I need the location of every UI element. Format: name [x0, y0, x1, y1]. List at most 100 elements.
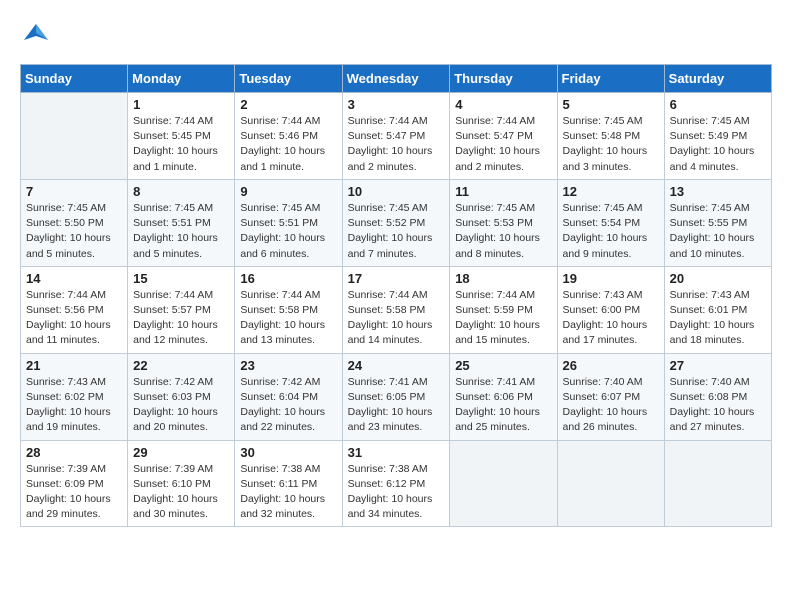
day-info: Sunrise: 7:44 AM Sunset: 5:59 PM Dayligh…: [455, 288, 551, 349]
calendar-cell: [664, 440, 771, 527]
day-number: 8: [133, 184, 229, 199]
week-row-4: 21 Sunrise: 7:43 AM Sunset: 6:02 PM Dayli…: [21, 353, 772, 440]
day-header-tuesday: Tuesday: [235, 65, 342, 93]
day-info: Sunrise: 7:42 AM Sunset: 6:04 PM Dayligh…: [240, 375, 336, 436]
day-info: Sunrise: 7:40 AM Sunset: 6:08 PM Dayligh…: [670, 375, 766, 436]
calendar-cell: 29 Sunrise: 7:39 AM Sunset: 6:10 PM Dayli…: [128, 440, 235, 527]
day-number: 4: [455, 97, 551, 112]
calendar-cell: [557, 440, 664, 527]
day-info: Sunrise: 7:45 AM Sunset: 5:48 PM Dayligh…: [563, 114, 659, 175]
calendar-table: SundayMondayTuesdayWednesdayThursdayFrid…: [20, 64, 772, 527]
day-info: Sunrise: 7:45 AM Sunset: 5:50 PM Dayligh…: [26, 201, 122, 262]
day-info: Sunrise: 7:42 AM Sunset: 6:03 PM Dayligh…: [133, 375, 229, 436]
day-info: Sunrise: 7:44 AM Sunset: 5:47 PM Dayligh…: [348, 114, 445, 175]
day-number: 14: [26, 271, 122, 286]
day-number: 2: [240, 97, 336, 112]
day-info: Sunrise: 7:45 AM Sunset: 5:51 PM Dayligh…: [240, 201, 336, 262]
day-info: Sunrise: 7:39 AM Sunset: 6:10 PM Dayligh…: [133, 462, 229, 523]
calendar-cell: 30 Sunrise: 7:38 AM Sunset: 6:11 PM Dayli…: [235, 440, 342, 527]
day-number: 30: [240, 445, 336, 460]
calendar-cell: 6Sunrise: 7:45 AM Sunset: 5:49 PM Daylig…: [664, 93, 771, 180]
day-number: 3: [348, 97, 445, 112]
calendar-cell: 26Sunrise: 7:40 AM Sunset: 6:07 PM Dayli…: [557, 353, 664, 440]
day-info: Sunrise: 7:38 AM Sunset: 6:12 PM Dayligh…: [348, 462, 445, 523]
calendar-cell: 15 Sunrise: 7:44 AM Sunset: 5:57 PM Dayli…: [128, 266, 235, 353]
day-number: 27: [670, 358, 766, 373]
day-header-wednesday: Wednesday: [342, 65, 450, 93]
calendar-cell: 13 Sunrise: 7:45 AM Sunset: 5:55 PM Dayli…: [664, 179, 771, 266]
calendar-cell: 9 Sunrise: 7:45 AM Sunset: 5:51 PM Daylig…: [235, 179, 342, 266]
calendar-cell: 2 Sunrise: 7:44 AM Sunset: 5:46 PM Daylig…: [235, 93, 342, 180]
calendar-cell: 17Sunrise: 7:44 AM Sunset: 5:58 PM Dayli…: [342, 266, 450, 353]
day-info: Sunrise: 7:45 AM Sunset: 5:52 PM Dayligh…: [348, 201, 445, 262]
week-row-2: 7 Sunrise: 7:45 AM Sunset: 5:50 PM Daylig…: [21, 179, 772, 266]
day-number: 11: [455, 184, 551, 199]
day-info: Sunrise: 7:45 AM Sunset: 5:51 PM Dayligh…: [133, 201, 229, 262]
day-info: Sunrise: 7:44 AM Sunset: 5:46 PM Dayligh…: [240, 114, 336, 175]
calendar-cell: 12 Sunrise: 7:45 AM Sunset: 5:54 PM Dayli…: [557, 179, 664, 266]
calendar-cell: 11 Sunrise: 7:45 AM Sunset: 5:53 PM Dayli…: [450, 179, 557, 266]
calendar-cell: 5 Sunrise: 7:45 AM Sunset: 5:48 PM Daylig…: [557, 93, 664, 180]
day-number: 12: [563, 184, 659, 199]
day-info: Sunrise: 7:38 AM Sunset: 6:11 PM Dayligh…: [240, 462, 336, 523]
calendar-cell: [450, 440, 557, 527]
calendar-cell: 4 Sunrise: 7:44 AM Sunset: 5:47 PM Daylig…: [450, 93, 557, 180]
day-info: Sunrise: 7:45 AM Sunset: 5:55 PM Dayligh…: [670, 201, 766, 262]
day-number: 5: [563, 97, 659, 112]
week-row-1: 1 Sunrise: 7:44 AM Sunset: 5:45 PM Daylig…: [21, 93, 772, 180]
day-info: Sunrise: 7:44 AM Sunset: 5:58 PM Dayligh…: [348, 288, 445, 349]
calendar-cell: 28 Sunrise: 7:39 AM Sunset: 6:09 PM Dayli…: [21, 440, 128, 527]
day-number: 1: [133, 97, 229, 112]
day-number: 7: [26, 184, 122, 199]
day-number: 6: [670, 97, 766, 112]
day-number: 15: [133, 271, 229, 286]
calendar-cell: 19 Sunrise: 7:43 AM Sunset: 6:00 PM Dayli…: [557, 266, 664, 353]
day-number: 13: [670, 184, 766, 199]
logo-bird-icon: [22, 20, 50, 48]
day-info: Sunrise: 7:45 AM Sunset: 5:53 PM Dayligh…: [455, 201, 551, 262]
day-info: Sunrise: 7:41 AM Sunset: 6:06 PM Dayligh…: [455, 375, 551, 436]
week-row-3: 14Sunrise: 7:44 AM Sunset: 5:56 PM Dayli…: [21, 266, 772, 353]
day-number: 9: [240, 184, 336, 199]
day-header-thursday: Thursday: [450, 65, 557, 93]
day-number: 22: [133, 358, 229, 373]
day-info: Sunrise: 7:41 AM Sunset: 6:05 PM Dayligh…: [348, 375, 445, 436]
day-number: 18: [455, 271, 551, 286]
calendar-cell: 20 Sunrise: 7:43 AM Sunset: 6:01 PM Dayli…: [664, 266, 771, 353]
day-number: 16: [240, 271, 336, 286]
day-header-saturday: Saturday: [664, 65, 771, 93]
calendar-cell: 7 Sunrise: 7:45 AM Sunset: 5:50 PM Daylig…: [21, 179, 128, 266]
calendar-cell: 27 Sunrise: 7:40 AM Sunset: 6:08 PM Dayli…: [664, 353, 771, 440]
calendar-cell: 25Sunrise: 7:41 AM Sunset: 6:06 PM Dayli…: [450, 353, 557, 440]
day-info: Sunrise: 7:40 AM Sunset: 6:07 PM Dayligh…: [563, 375, 659, 436]
calendar-cell: 14Sunrise: 7:44 AM Sunset: 5:56 PM Dayli…: [21, 266, 128, 353]
day-info: Sunrise: 7:45 AM Sunset: 5:54 PM Dayligh…: [563, 201, 659, 262]
day-number: 28: [26, 445, 122, 460]
day-number: 19: [563, 271, 659, 286]
calendar-cell: 16Sunrise: 7:44 AM Sunset: 5:58 PM Dayli…: [235, 266, 342, 353]
day-header-friday: Friday: [557, 65, 664, 93]
day-info: Sunrise: 7:44 AM Sunset: 5:45 PM Dayligh…: [133, 114, 229, 175]
calendar-cell: 1 Sunrise: 7:44 AM Sunset: 5:45 PM Daylig…: [128, 93, 235, 180]
day-info: Sunrise: 7:44 AM Sunset: 5:57 PM Dayligh…: [133, 288, 229, 349]
day-info: Sunrise: 7:43 AM Sunset: 6:00 PM Dayligh…: [563, 288, 659, 349]
day-info: Sunrise: 7:39 AM Sunset: 6:09 PM Dayligh…: [26, 462, 122, 523]
day-number: 23: [240, 358, 336, 373]
day-number: 24: [348, 358, 445, 373]
day-info: Sunrise: 7:43 AM Sunset: 6:01 PM Dayligh…: [670, 288, 766, 349]
day-number: 20: [670, 271, 766, 286]
calendar-cell: 31Sunrise: 7:38 AM Sunset: 6:12 PM Dayli…: [342, 440, 450, 527]
logo: [20, 20, 50, 48]
day-number: 29: [133, 445, 229, 460]
day-info: Sunrise: 7:43 AM Sunset: 6:02 PM Dayligh…: [26, 375, 122, 436]
calendar-cell: 8 Sunrise: 7:45 AM Sunset: 5:51 PM Daylig…: [128, 179, 235, 266]
calendar-cell: 23 Sunrise: 7:42 AM Sunset: 6:04 PM Dayli…: [235, 353, 342, 440]
calendar-cell: 10Sunrise: 7:45 AM Sunset: 5:52 PM Dayli…: [342, 179, 450, 266]
day-header-monday: Monday: [128, 65, 235, 93]
calendar-cell: 24 Sunrise: 7:41 AM Sunset: 6:05 PM Dayli…: [342, 353, 450, 440]
day-number: 21: [26, 358, 122, 373]
day-header-sunday: Sunday: [21, 65, 128, 93]
calendar-cell: [21, 93, 128, 180]
day-info: Sunrise: 7:44 AM Sunset: 5:47 PM Dayligh…: [455, 114, 551, 175]
calendar-cell: 3 Sunrise: 7:44 AM Sunset: 5:47 PM Daylig…: [342, 93, 450, 180]
